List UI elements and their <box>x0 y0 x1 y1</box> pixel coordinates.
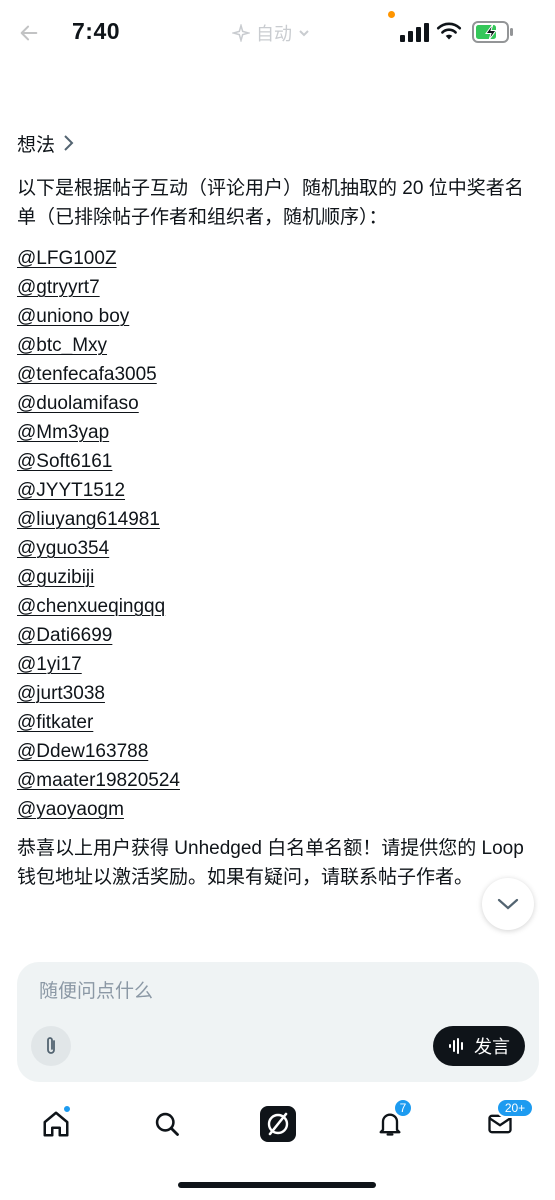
winner-link[interactable]: @btc_Mxy <box>17 331 537 360</box>
winner-link[interactable]: @jurt3038 <box>17 679 537 708</box>
winner-link[interactable]: @duolamifaso <box>17 389 537 418</box>
intro-text: 以下是根据帖子互动（评论用户）随机抽取的 20 位中奖者名单（已排除帖子作者和组… <box>17 178 524 228</box>
notifications-badge: 7 <box>393 1098 413 1118</box>
winner-link[interactable]: @LFG100Z <box>17 244 537 273</box>
home-dot <box>62 1104 72 1114</box>
mode-selector[interactable]: 自动 <box>232 20 310 46</box>
winner-link[interactable]: @fitkater <box>17 708 537 737</box>
nav-messages[interactable]: 20+ <box>482 1098 534 1142</box>
nav-search[interactable] <box>149 1106 185 1142</box>
back-arrow-icon[interactable] <box>18 22 40 44</box>
winner-link[interactable]: @JYYT1512 <box>17 476 537 505</box>
paperclip-icon <box>47 1037 55 1054</box>
winner-link[interactable]: @Mm3yap <box>17 418 537 447</box>
ask-input[interactable] <box>37 980 501 1004</box>
mode-label: 自动 <box>256 24 292 44</box>
wifi-icon <box>436 22 462 40</box>
composer: 发言 <box>17 962 539 1082</box>
nav-home[interactable] <box>38 1104 74 1142</box>
status-bar: 7:40 自动 <box>0 0 555 64</box>
bottom-nav: 7 20+ <box>0 1094 555 1154</box>
voice-send-button[interactable]: 发言 <box>433 1026 525 1066</box>
status-time: 7:40 <box>72 18 121 44</box>
sparkle-icon <box>232 24 250 42</box>
home-indicator <box>178 1182 376 1188</box>
winner-link[interactable]: @Dati6699 <box>17 621 537 650</box>
messages-badge: 20+ <box>496 1098 534 1118</box>
winner-link[interactable]: @Soft6161 <box>17 447 537 476</box>
winner-link[interactable]: @yaoyaogm <box>17 795 537 824</box>
attach-button[interactable] <box>31 1026 71 1066</box>
thoughts-toggle[interactable]: 想法 <box>17 128 537 158</box>
waveform-icon <box>449 1038 463 1054</box>
battery-charging-icon <box>472 21 513 43</box>
outro-text: 恭喜以上用户获得 Unhedged 白名单名额！请提供您的 Loop 钱包地址以… <box>17 838 524 888</box>
nav-grok[interactable] <box>259 1105 297 1143</box>
scroll-to-bottom-button[interactable] <box>482 878 534 930</box>
chevron-down-icon <box>299 30 309 37</box>
thoughts-title: 想法 <box>17 134 56 156</box>
winner-link[interactable]: @1yi17 <box>17 650 537 679</box>
grok-icon <box>260 1106 296 1142</box>
chevron-down-icon <box>497 898 519 910</box>
nav-notifications[interactable]: 7 <box>372 1098 413 1142</box>
chevron-right-icon <box>64 135 74 151</box>
winner-link[interactable]: @gtryyrt7 <box>17 273 537 302</box>
winner-link[interactable]: @Ddew163788 <box>17 737 537 766</box>
winner-link[interactable]: @maater19820524 <box>17 766 537 795</box>
winner-link[interactable]: @chenxueqingqq <box>17 592 537 621</box>
cellular-signal-icon <box>400 23 429 42</box>
winners-list: @LFG100Z @gtryyrt7 @uniono boy @btc_Mxy … <box>17 244 537 824</box>
privacy-indicator-dot <box>388 11 395 18</box>
response-content: 想法 以下是根据帖子互动（评论用户）随机抽取的 20 位中奖者名单（已排除帖子作… <box>17 128 537 892</box>
winner-link[interactable]: @liuyang614981 <box>17 505 537 534</box>
winner-link[interactable]: @guzibiji <box>17 563 537 592</box>
winner-link[interactable]: @uniono boy <box>17 302 537 331</box>
winner-link[interactable]: @yguo354 <box>17 534 537 563</box>
search-icon <box>155 1112 179 1136</box>
send-label: 发言 <box>474 1037 510 1057</box>
winner-link[interactable]: @tenfecafa3005 <box>17 360 537 389</box>
